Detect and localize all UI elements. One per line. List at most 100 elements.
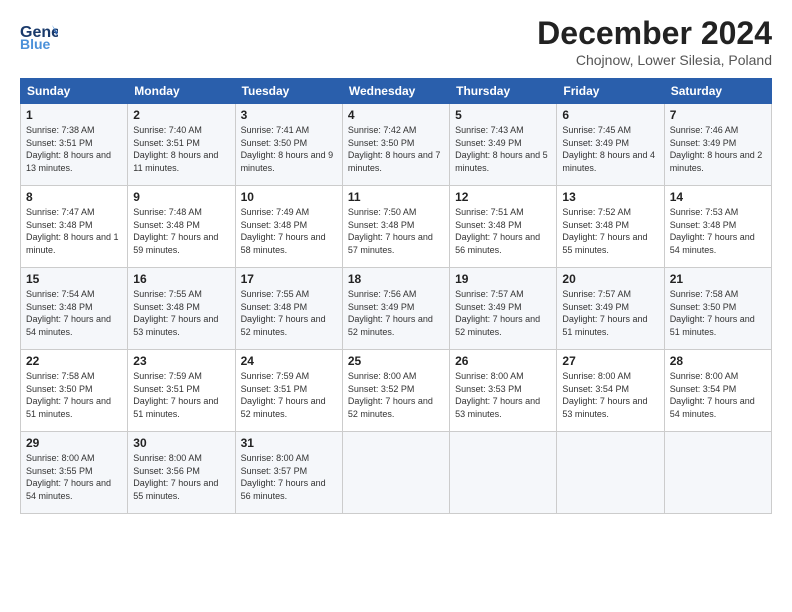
day-number: 27 <box>562 354 658 368</box>
title-block: December 2024 Chojnow, Lower Silesia, Po… <box>537 15 772 68</box>
day-info: Sunrise: 8:00 AMSunset: 3:56 PMDaylight:… <box>133 452 229 502</box>
day-cell: 12Sunrise: 7:51 AMSunset: 3:48 PMDayligh… <box>450 186 557 268</box>
day-info: Sunrise: 8:00 AMSunset: 3:53 PMDaylight:… <box>455 370 551 420</box>
day-number: 28 <box>670 354 766 368</box>
day-number: 18 <box>348 272 444 286</box>
day-cell: 4 Sunrise: 7:42 AMSunset: 3:50 PMDaylight… <box>342 104 449 186</box>
day-cell <box>664 432 771 514</box>
day-info: Sunrise: 7:50 AMSunset: 3:48 PMDaylight:… <box>348 206 444 256</box>
day-info: Sunrise: 7:56 AMSunset: 3:49 PMDaylight:… <box>348 288 444 338</box>
day-cell: 24 Sunrise: 7:59 AMSunset: 3:51 PMDayligh… <box>235 350 342 432</box>
day-info: Sunrise: 7:59 AMSunset: 3:51 PMDaylight:… <box>133 370 229 420</box>
day-cell: 20 Sunrise: 7:57 AMSunset: 3:49 PMDayligh… <box>557 268 664 350</box>
day-cell: 21Sunrise: 7:58 AMSunset: 3:50 PMDayligh… <box>664 268 771 350</box>
day-number: 11 <box>348 190 444 204</box>
day-info: Sunrise: 7:38 AMSunset: 3:51 PMDaylight:… <box>26 124 122 174</box>
day-cell: 17 Sunrise: 7:55 AMSunset: 3:48 PMDayligh… <box>235 268 342 350</box>
day-number: 19 <box>455 272 551 286</box>
logo-icon: General Blue <box>20 15 58 53</box>
day-number: 23 <box>133 354 229 368</box>
day-cell: 9 Sunrise: 7:48 AMSunset: 3:48 PMDaylight… <box>128 186 235 268</box>
day-number: 30 <box>133 436 229 450</box>
week-row-2: 8Sunrise: 7:47 AMSunset: 3:48 PMDaylight… <box>21 186 772 268</box>
day-info: Sunrise: 8:00 AMSunset: 3:57 PMDaylight:… <box>241 452 337 502</box>
day-info: Sunrise: 7:48 AMSunset: 3:48 PMDaylight:… <box>133 206 229 256</box>
day-number: 22 <box>26 354 122 368</box>
day-info: Sunrise: 7:58 AMSunset: 3:50 PMDaylight:… <box>26 370 122 420</box>
day-info: Sunrise: 7:41 AMSunset: 3:50 PMDaylight:… <box>241 124 337 174</box>
day-number: 24 <box>241 354 337 368</box>
day-number: 25 <box>348 354 444 368</box>
page: General Blue December 2024 Chojnow, Lowe… <box>0 0 792 612</box>
day-info: Sunrise: 7:43 AMSunset: 3:49 PMDaylight:… <box>455 124 551 174</box>
day-cell: 27 Sunrise: 8:00 AMSunset: 3:54 PMDayligh… <box>557 350 664 432</box>
day-number: 29 <box>26 436 122 450</box>
day-number: 31 <box>241 436 337 450</box>
day-cell: 7Sunrise: 7:46 AMSunset: 3:49 PMDaylight… <box>664 104 771 186</box>
day-cell: 5 Sunrise: 7:43 AMSunset: 3:49 PMDaylight… <box>450 104 557 186</box>
day-info: Sunrise: 7:59 AMSunset: 3:51 PMDaylight:… <box>241 370 337 420</box>
day-info: Sunrise: 7:52 AMSunset: 3:48 PMDaylight:… <box>562 206 658 256</box>
day-number: 3 <box>241 108 337 122</box>
day-number: 16 <box>133 272 229 286</box>
col-header-friday: Friday <box>557 79 664 104</box>
header: General Blue December 2024 Chojnow, Lowe… <box>20 15 772 68</box>
day-number: 2 <box>133 108 229 122</box>
logo: General Blue <box>20 15 62 53</box>
day-info: Sunrise: 7:55 AMSunset: 3:48 PMDaylight:… <box>133 288 229 338</box>
col-header-monday: Monday <box>128 79 235 104</box>
day-number: 14 <box>670 190 766 204</box>
day-cell: 29 Sunrise: 8:00 AMSunset: 3:55 PMDayligh… <box>21 432 128 514</box>
day-info: Sunrise: 7:45 AMSunset: 3:49 PMDaylight:… <box>562 124 658 174</box>
week-row-4: 22 Sunrise: 7:58 AMSunset: 3:50 PMDayligh… <box>21 350 772 432</box>
day-number: 21 <box>670 272 766 286</box>
subtitle: Chojnow, Lower Silesia, Poland <box>537 52 772 68</box>
day-cell: 23 Sunrise: 7:59 AMSunset: 3:51 PMDayligh… <box>128 350 235 432</box>
day-info: Sunrise: 7:54 AMSunset: 3:48 PMDaylight:… <box>26 288 122 338</box>
day-cell: 2 Sunrise: 7:40 AMSunset: 3:51 PMDaylight… <box>128 104 235 186</box>
col-header-saturday: Saturday <box>664 79 771 104</box>
day-info: Sunrise: 7:51 AMSunset: 3:48 PMDaylight:… <box>455 206 551 256</box>
day-cell: 25 Sunrise: 8:00 AMSunset: 3:52 PMDayligh… <box>342 350 449 432</box>
day-info: Sunrise: 8:00 AMSunset: 3:54 PMDaylight:… <box>562 370 658 420</box>
day-info: Sunrise: 8:00 AMSunset: 3:52 PMDaylight:… <box>348 370 444 420</box>
svg-text:Blue: Blue <box>20 36 51 52</box>
day-cell: 28Sunrise: 8:00 AMSunset: 3:54 PMDayligh… <box>664 350 771 432</box>
day-cell: 6Sunrise: 7:45 AMSunset: 3:49 PMDaylight… <box>557 104 664 186</box>
day-cell: 16 Sunrise: 7:55 AMSunset: 3:48 PMDayligh… <box>128 268 235 350</box>
day-number: 17 <box>241 272 337 286</box>
day-cell: 11 Sunrise: 7:50 AMSunset: 3:48 PMDayligh… <box>342 186 449 268</box>
week-row-3: 15 Sunrise: 7:54 AMSunset: 3:48 PMDayligh… <box>21 268 772 350</box>
day-cell: 13 Sunrise: 7:52 AMSunset: 3:48 PMDayligh… <box>557 186 664 268</box>
day-info: Sunrise: 7:57 AMSunset: 3:49 PMDaylight:… <box>562 288 658 338</box>
day-number: 26 <box>455 354 551 368</box>
day-number: 8 <box>26 190 122 204</box>
day-cell: 10Sunrise: 7:49 AMSunset: 3:48 PMDayligh… <box>235 186 342 268</box>
day-cell: 14Sunrise: 7:53 AMSunset: 3:48 PMDayligh… <box>664 186 771 268</box>
day-number: 4 <box>348 108 444 122</box>
day-info: Sunrise: 7:40 AMSunset: 3:51 PMDaylight:… <box>133 124 229 174</box>
day-info: Sunrise: 8:00 AMSunset: 3:55 PMDaylight:… <box>26 452 122 502</box>
day-number: 15 <box>26 272 122 286</box>
day-cell: 30 Sunrise: 8:00 AMSunset: 3:56 PMDayligh… <box>128 432 235 514</box>
day-cell: 3 Sunrise: 7:41 AMSunset: 3:50 PMDaylight… <box>235 104 342 186</box>
day-cell <box>450 432 557 514</box>
day-number: 9 <box>133 190 229 204</box>
week-row-5: 29 Sunrise: 8:00 AMSunset: 3:55 PMDayligh… <box>21 432 772 514</box>
day-number: 5 <box>455 108 551 122</box>
day-cell <box>557 432 664 514</box>
day-cell: 8Sunrise: 7:47 AMSunset: 3:48 PMDaylight… <box>21 186 128 268</box>
calendar-table: SundayMondayTuesdayWednesdayThursdayFrid… <box>20 78 772 514</box>
day-info: Sunrise: 7:46 AMSunset: 3:49 PMDaylight:… <box>670 124 766 174</box>
day-number: 20 <box>562 272 658 286</box>
day-number: 13 <box>562 190 658 204</box>
day-cell: 15 Sunrise: 7:54 AMSunset: 3:48 PMDayligh… <box>21 268 128 350</box>
month-title: December 2024 <box>537 15 772 52</box>
day-cell: 1Sunrise: 7:38 AMSunset: 3:51 PMDaylight… <box>21 104 128 186</box>
day-cell: 19Sunrise: 7:57 AMSunset: 3:49 PMDayligh… <box>450 268 557 350</box>
day-info: Sunrise: 7:55 AMSunset: 3:48 PMDaylight:… <box>241 288 337 338</box>
day-cell: 18 Sunrise: 7:56 AMSunset: 3:49 PMDayligh… <box>342 268 449 350</box>
day-number: 10 <box>241 190 337 204</box>
day-info: Sunrise: 7:42 AMSunset: 3:50 PMDaylight:… <box>348 124 444 174</box>
col-header-sunday: Sunday <box>21 79 128 104</box>
